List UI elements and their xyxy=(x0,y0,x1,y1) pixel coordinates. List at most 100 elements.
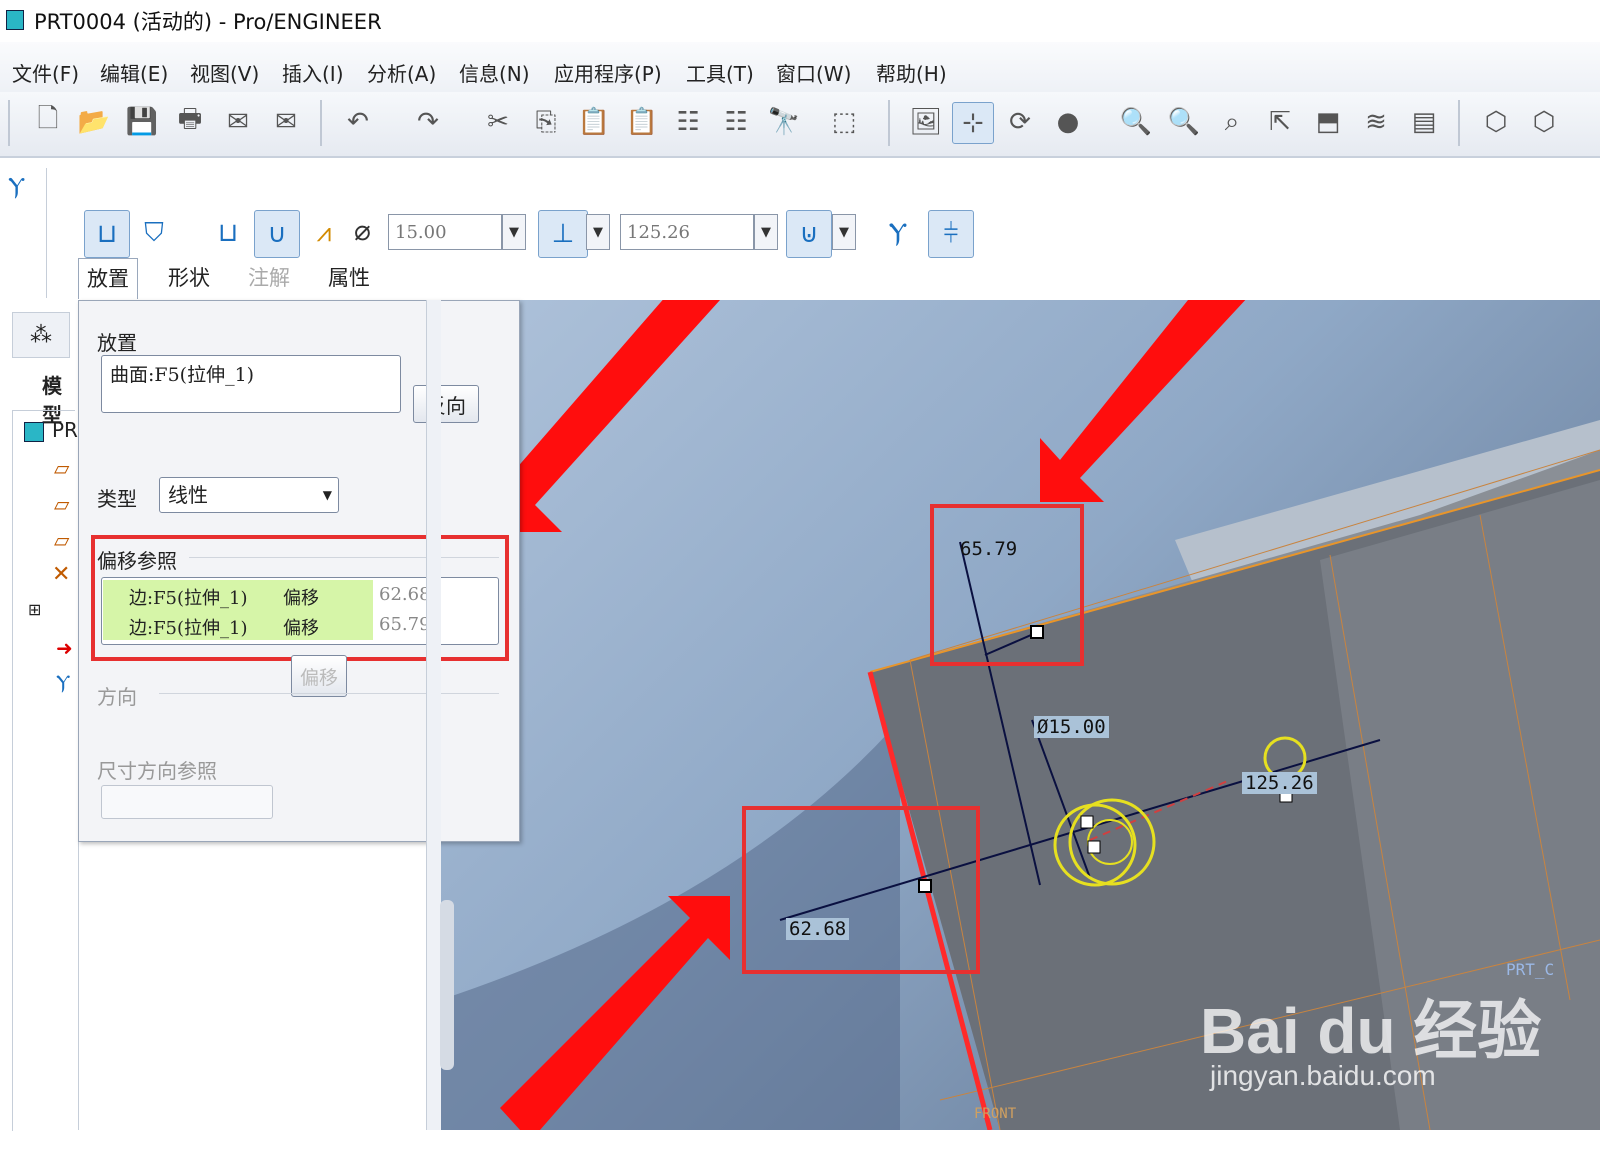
zoom-out-icon[interactable]: 🔍 xyxy=(1164,102,1204,142)
layers-icon[interactable]: ≋ xyxy=(1356,102,1396,142)
hole-feature-icon[interactable]: Ⲩ xyxy=(56,670,70,694)
pause-icon[interactable]: Ⲩ xyxy=(876,210,920,256)
standard-hole-button[interactable]: ⛉ xyxy=(132,210,176,256)
placement-panel: 放置 曲面:F5(拉伸_1) 反向 类型 线性 ▼ 偏移参照 边:F5(拉伸_1… xyxy=(78,300,520,842)
dim-left-offset[interactable]: 62.68 xyxy=(786,918,850,940)
scrollbar-thumb[interactable] xyxy=(440,900,454,1070)
menu-file[interactable]: 文件(F) xyxy=(12,58,79,87)
diameter-icon: ⌀ xyxy=(354,214,371,247)
watermark-site: jingyan.baidu.com xyxy=(1210,1060,1436,1091)
hidden-line-icon[interactable]: ⬡ xyxy=(1524,102,1564,142)
dim-top-offset[interactable]: 65.79 xyxy=(960,538,1017,560)
hole-feature-icon: Ⲩ xyxy=(8,172,26,200)
diameter-input[interactable]: 15.00 xyxy=(388,214,502,250)
depth2-option-button[interactable]: ⊍ xyxy=(786,210,832,258)
main-toolbar: 🗋 📂 💾 🖶 ✉ ✉ ↶ ↷ ✂ ⎘ 📋 📋 ☷ ☷ 🔭 ⬚ 🖼 ⊹ ⟳ ● … xyxy=(0,92,1600,158)
window-title: PRT0004 (活动的) - Pro/ENGINEER xyxy=(34,10,382,34)
repaint-icon[interactable]: 🖼 xyxy=(906,102,946,142)
menu-bar: 文件(F) 编辑(E) 视图(V) 插入(I) 分析(A) 信息(N) 应用程序… xyxy=(0,42,1600,92)
type-select-value: 线性 xyxy=(168,483,208,507)
datum-plane-icon[interactable]: ▱ xyxy=(54,456,69,480)
simple-hole-button[interactable]: ⊔ xyxy=(84,210,130,258)
sketch-profile-icon[interactable]: ⩘ xyxy=(302,210,346,256)
view-manager-icon[interactable]: ▤ xyxy=(1404,102,1444,142)
depth-option-button[interactable]: ⊥ xyxy=(538,210,588,258)
sketched-profile-button[interactable]: ∪ xyxy=(254,210,300,258)
shading-icon[interactable]: ● xyxy=(1048,102,1088,142)
datum-plane-icon[interactable]: ▱ xyxy=(54,492,69,516)
regenerate-manager-icon[interactable]: ☷ xyxy=(716,102,756,142)
watermark-brand: Bai du 经验 xyxy=(1200,995,1542,1067)
menu-help[interactable]: 帮助(H) xyxy=(876,58,947,87)
wireframe-icon[interactable]: ⬡ xyxy=(1476,102,1516,142)
title-bar: PRT0004 (活动的) - Pro/ENGINEER xyxy=(0,0,1600,42)
tree-tab-icon[interactable]: ⁂ xyxy=(12,312,70,358)
expand-icon[interactable]: ⊞ xyxy=(28,600,41,619)
save-icon[interactable]: 💾 xyxy=(122,102,162,142)
regenerate-icon[interactable]: ☷ xyxy=(668,102,708,142)
reorient-icon[interactable]: ⇱ xyxy=(1260,102,1300,142)
preview-icon[interactable]: ⫩ xyxy=(928,210,974,258)
placement-reference-field[interactable]: 曲面:F5(拉伸_1) xyxy=(101,355,401,413)
predefined-shape-button[interactable]: ⊔ xyxy=(206,210,250,256)
tree-scrollbar[interactable] xyxy=(426,300,441,1130)
part-icon xyxy=(24,422,44,442)
menu-analysis[interactable]: 分析(A) xyxy=(367,58,436,87)
menu-info[interactable]: 信息(N) xyxy=(459,58,530,87)
hole-dashboard: Ⲩ ⊔ ⛉ ⊔ ∪ ⩘ ⌀ 15.00 ▼ ⊥ ▼ 125.26 ▼ ⊍ ▼ Ⲩ… xyxy=(0,158,1600,300)
app-icon xyxy=(6,10,24,30)
depth-input[interactable]: 125.26 xyxy=(620,214,754,250)
copy-icon[interactable]: ⎘ xyxy=(526,102,566,142)
print-icon[interactable]: 🖶 xyxy=(170,102,210,142)
annotation-box-left-offset xyxy=(742,806,980,974)
flip-button[interactable]: 反向 xyxy=(413,385,479,423)
depth2-dropdown[interactable]: ▼ xyxy=(832,214,856,250)
type-label: 类型 xyxy=(97,487,137,511)
direction-label: 方向 xyxy=(97,685,137,709)
zoom-in-icon[interactable]: 🔍 xyxy=(1116,102,1156,142)
menu-edit[interactable]: 编辑(E) xyxy=(100,58,168,87)
menu-view[interactable]: 视图(V) xyxy=(190,58,259,87)
datum-front-label: FRONT xyxy=(974,1106,1017,1122)
tab-shape[interactable]: 形状 xyxy=(168,262,210,292)
menu-tools[interactable]: 工具(T) xyxy=(686,58,754,87)
type-select[interactable]: 线性 ▼ xyxy=(159,477,339,513)
tab-placement[interactable]: 放置 xyxy=(78,258,138,299)
placement-label: 放置 xyxy=(97,331,137,355)
menu-applications[interactable]: 应用程序(P) xyxy=(554,58,662,87)
diameter-dropdown[interactable]: ▼ xyxy=(502,214,526,250)
mail-link-icon[interactable]: ✉ xyxy=(266,102,306,142)
refit-icon[interactable]: ⌕ xyxy=(1212,102,1252,142)
menu-insert[interactable]: 插入(I) xyxy=(282,58,344,87)
find-icon[interactable]: 🔭 xyxy=(764,102,804,142)
saved-views-icon[interactable]: ⬒ xyxy=(1308,102,1348,142)
insert-here-icon[interactable]: ➜ xyxy=(56,636,73,660)
spin-center-icon[interactable]: ⊹ xyxy=(952,102,994,144)
depth-option-dropdown[interactable]: ▼ xyxy=(586,214,610,250)
dim-diameter[interactable]: Ø15.00 xyxy=(1034,716,1109,738)
baidu-watermark: Bai du 经验 jingyan.baidu.com xyxy=(1200,960,1580,1110)
annotation-box-offset-refs xyxy=(91,535,509,661)
paste-icon[interactable]: 📋 xyxy=(574,102,614,142)
dim-depth[interactable]: 125.26 xyxy=(1242,772,1317,794)
mail-icon[interactable]: ✉ xyxy=(218,102,258,142)
tree-root-label[interactable]: PR xyxy=(52,418,78,442)
tab-properties[interactable]: 属性 xyxy=(328,262,370,292)
open-file-icon[interactable]: 📂 xyxy=(74,102,114,142)
orient-mode-icon[interactable]: ⟳ xyxy=(1000,102,1040,142)
new-file-icon[interactable]: 🗋 xyxy=(28,102,68,142)
dim-direction-label: 尺寸方向参照 xyxy=(97,759,217,783)
redo-icon[interactable]: ↷ xyxy=(408,102,448,142)
datum-plane-icon[interactable]: ▱ xyxy=(54,528,69,552)
tab-notes[interactable]: 注解 xyxy=(248,262,290,292)
depth-dropdown[interactable]: ▼ xyxy=(754,214,778,250)
menu-window[interactable]: 窗口(W) xyxy=(776,58,851,87)
chevron-down-icon: ▼ xyxy=(322,488,332,502)
select-box-icon[interactable]: ⬚ xyxy=(812,102,876,142)
offset-mode-popup[interactable]: 偏移 xyxy=(291,655,347,697)
undo-icon[interactable]: ↶ xyxy=(338,102,378,142)
dim-direction-field[interactable] xyxy=(101,785,273,819)
cut-icon[interactable]: ✂ xyxy=(478,102,518,142)
csys-icon[interactable]: ✕ xyxy=(52,562,70,587)
paste-special-icon[interactable]: 📋 xyxy=(622,102,662,142)
